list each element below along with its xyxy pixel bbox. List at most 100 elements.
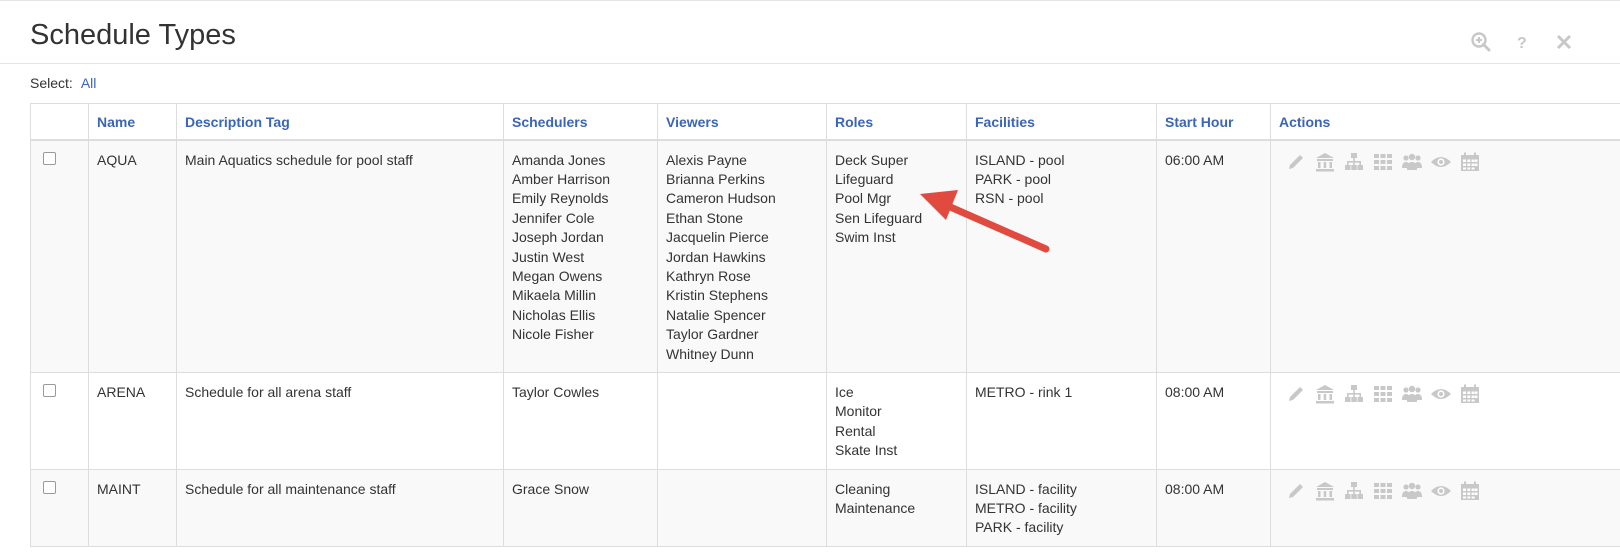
actions-cell [1270,468,1620,547]
name-cell: MAINT [88,468,177,547]
row-checkbox[interactable] [43,151,56,165]
table-header-row: Name Description Tag Schedulers Viewers … [30,103,1620,141]
schedulers-cell-item: Grace Snow [512,480,590,497]
viewers-cell-item: Kathryn Rose [666,267,751,284]
roles-cell-item: Maintenance [835,500,916,516]
actions-cell [1270,139,1620,373]
facilities-cell: METRO - rink 1 [966,371,1157,470]
viewers-cell-item: Kristin Stephens [666,287,768,304]
edit-icon[interactable] [1285,383,1307,405]
grid-icon[interactable] [1372,480,1394,502]
page-title: Schedule Types [30,19,236,51]
roles-cell-item: Monitor [835,403,882,420]
facilities-cell: ISLAND - facility METRO - facility PARK - … [966,468,1157,547]
viewers-cell-item: Brianna Perkins [666,170,765,187]
viewers-cell-item: Cameron Hudson [666,190,776,207]
viewers-cell-item: Taylor Gardner [666,326,759,343]
grid-icon[interactable] [1372,151,1394,173]
facilities-cell-item: METRO - facility [975,500,1077,516]
users-icon[interactable] [1401,151,1423,173]
edit-icon[interactable] [1285,151,1307,173]
table-row: AQUA Main Aquatics schedule for pool staf… [30,139,1620,373]
start-hour-cell: 08:00 AM [1156,468,1271,547]
column-header-start-hour[interactable]: Start Hour [1156,103,1271,141]
help-icon[interactable]: ? [1512,31,1534,53]
roles-cell-item: Skate Inst [835,442,898,459]
schedulers-cell-item: Nicole Fisher [512,326,594,343]
select-label: Select: [30,75,73,91]
roles-cell-item: Rental [835,422,876,439]
name-cell: ARENA [88,371,177,470]
users-icon[interactable] [1401,480,1423,502]
zoom-in-icon[interactable] [1470,31,1492,53]
column-header-actions: Actions [1270,103,1620,141]
schedulers-cell-item: Emily Reynolds [512,190,609,207]
svg-text:?: ? [1517,35,1527,52]
schedulers-cell-item: Joseph Jordan [512,229,604,246]
grid-icon[interactable] [1372,383,1394,405]
schedulers-cell: Amanda Jones Amber Harrison Emily Reynolds… [503,139,658,373]
calendar-icon[interactable] [1459,480,1481,502]
roles-cell-item: Ice [835,383,854,400]
roles-cell: Cleaning Maintenance [826,468,967,547]
description-cell: Main Aquatics schedule for pool staff [176,139,504,373]
select-row: Select: All [30,75,96,91]
page-header: Schedule Types ? [0,1,1620,64]
column-header-facilities[interactable]: Facilities [966,103,1157,141]
viewers-cell-item: Jordan Hawkins [666,248,766,265]
viewers-cell-item: Jacquelin Pierce [666,229,769,246]
calendar-icon[interactable] [1459,383,1481,405]
view-icon[interactable] [1430,480,1452,502]
facility-icon[interactable] [1314,383,1336,405]
viewers-cell-item: Natalie Spencer [666,306,766,323]
edit-icon[interactable] [1285,480,1307,502]
actions-cell [1270,371,1620,470]
view-icon[interactable] [1430,151,1452,173]
column-header-name[interactable]: Name [88,103,177,141]
schedulers-cell-item: Justin West [512,248,585,265]
hierarchy-icon[interactable] [1343,151,1365,173]
row-checkbox[interactable] [43,480,56,494]
roles-cell-item: Cleaning [835,480,891,497]
description-cell: Schedule for all maintenance staff [176,468,504,547]
viewers-cell [657,371,827,470]
roles-cell-item: Deck Super [835,151,909,168]
users-icon[interactable] [1401,383,1423,405]
schedulers-cell-item: Nicholas Ellis [512,306,596,323]
schedulers-cell-item: Jennifer Cole [512,209,595,226]
viewers-cell-item: Whitney Dunn [666,345,754,362]
hierarchy-icon[interactable] [1343,383,1365,405]
schedulers-cell-item: Megan Owens [512,267,603,284]
view-icon[interactable] [1430,383,1452,405]
start-hour-cell: 08:00 AM [1156,371,1271,470]
row-checkbox[interactable] [43,383,56,397]
viewers-cell [657,468,827,547]
roles-cell: Ice Monitor Rental Skate Inst [826,371,967,470]
select-cell [30,371,89,470]
viewers-cell: Alexis Payne Brianna Perkins Cameron Hudso… [657,139,827,373]
schedule-types-table: Name Description Tag Schedulers Viewers … [30,103,1620,547]
facility-icon[interactable] [1314,151,1336,173]
select-all-link[interactable]: All [81,75,97,91]
schedulers-cell-item: Mikaela Millin [512,287,597,304]
schedulers-cell: Taylor Cowles [503,371,658,470]
facility-icon[interactable] [1314,480,1336,502]
hierarchy-icon[interactable] [1343,480,1365,502]
viewers-cell-item: Ethan Stone [666,209,744,226]
calendar-icon[interactable] [1459,151,1481,173]
facilities-cell-item: ISLAND - facility [975,480,1077,497]
column-header-description[interactable]: Description Tag [176,103,504,141]
column-header-roles[interactable]: Roles [826,103,967,141]
description-cell: Schedule for all arena staff [176,371,504,470]
table-row: ARENA Schedule for all arena staff Taylor … [30,371,1620,470]
facilities-cell-item: PARK - facility [975,519,1064,536]
close-icon[interactable] [1554,31,1576,53]
schedulers-cell-item: Taylor Cowles [512,383,600,400]
name-cell: AQUA [88,139,177,373]
select-cell [30,468,89,547]
column-header-viewers[interactable]: Viewers [657,103,827,141]
annotation-arrow [920,190,1050,253]
column-header-schedulers[interactable]: Schedulers [503,103,658,141]
select-column-header [30,103,89,141]
select-cell [30,139,89,373]
